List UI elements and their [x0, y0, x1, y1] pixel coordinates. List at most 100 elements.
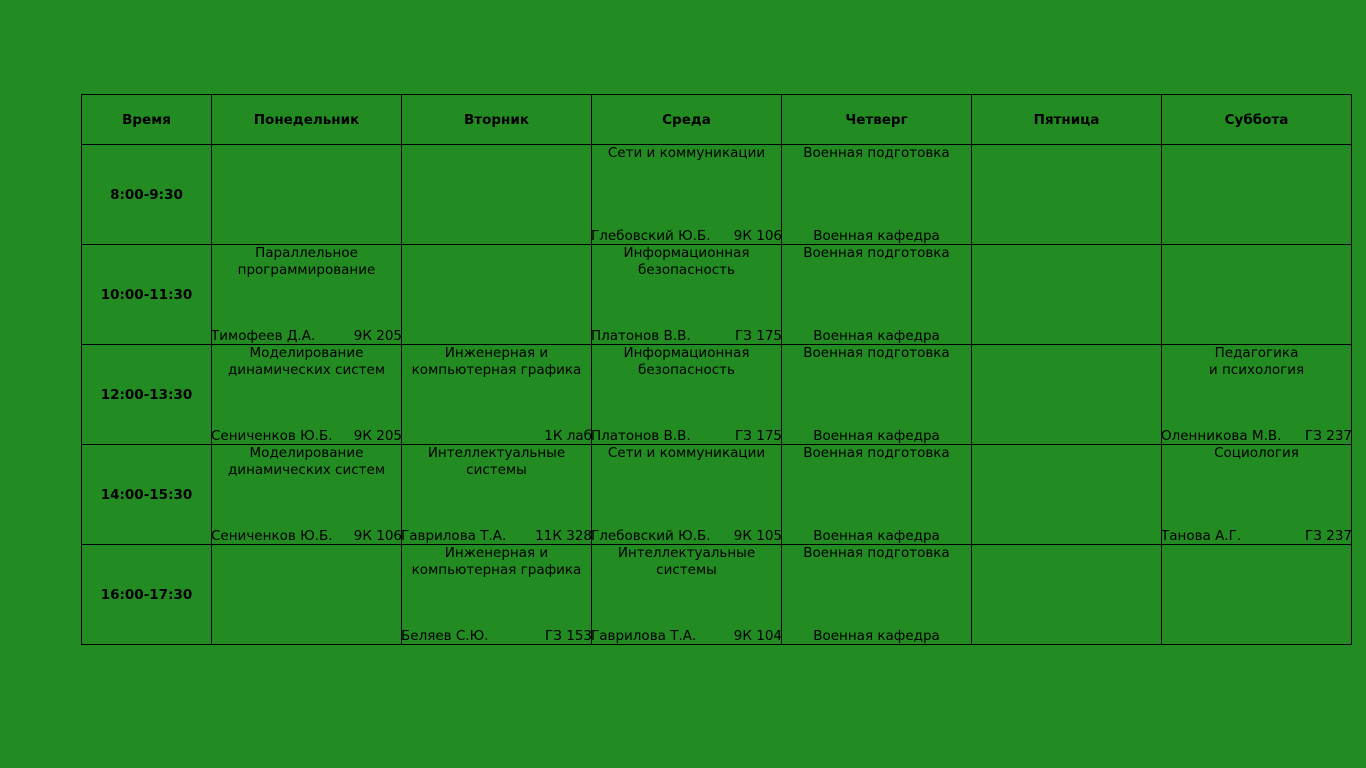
teacher-name: Гаврилова Т.А.	[401, 528, 507, 544]
teacher-name: Платонов В.В.	[591, 428, 691, 444]
teacher-name: Танова А.Г.	[1161, 528, 1242, 544]
subject-name: Параллельное программирование	[237, 245, 376, 278]
class-cell-thursday: Военная подготовка Военная кафедра	[781, 544, 972, 645]
schedule-row: 8:00-9:30 Сети и коммуникации Глебовский Ю…	[81, 144, 1352, 245]
class-cell-content: Сети и коммуникации Глебовский Ю.Б. 9К 105	[591, 445, 782, 544]
class-cell-saturday: Социология Танова А.Г. ГЗ 237	[1161, 444, 1352, 545]
class-cell-content	[972, 345, 1161, 443]
class-cell-saturday	[1161, 144, 1352, 245]
schedule-row: 10:00-11:30 Параллельное программирование…	[81, 244, 1352, 345]
subject-name: Инженерная и компьютерная графика	[411, 545, 582, 578]
room-number: ГЗ 153	[545, 628, 592, 644]
time-slot: 12:00-13:30	[81, 344, 212, 445]
subject-name: Военная подготовка	[803, 545, 950, 561]
teacher-name: Военная кафедра	[813, 628, 940, 644]
teacher-name: Гаврилова Т.А.	[591, 628, 697, 644]
teacher-name: Глебовский Ю.Б.	[591, 228, 711, 244]
class-cell-saturday: Педагогика и психология Оленникова М.В. ГЗ…	[1161, 344, 1352, 445]
class-cell-content	[972, 245, 1161, 343]
teacher-name: Сениченков Ю.Б.	[211, 528, 333, 544]
class-cell-monday: Моделирование динамических систем Сеничен…	[211, 444, 402, 545]
header-saturday: Суббота	[1161, 94, 1352, 145]
class-cell-saturday	[1161, 244, 1352, 345]
class-cell-content: Информационная безопасность Платонов В.В.…	[591, 345, 782, 444]
schedule-header: Время Понедельник Вторник Среда Четверг …	[81, 94, 1352, 145]
schedule-row: 12:00-13:30 Моделирование динамических си…	[81, 344, 1352, 445]
subject-name: Информационная безопасность	[623, 245, 750, 278]
class-cell-saturday	[1161, 544, 1352, 645]
class-cell-tuesday	[401, 144, 592, 245]
class-cell-content: Педагогика и психология Оленникова М.В. ГЗ…	[1161, 345, 1352, 444]
class-cell-content	[402, 245, 591, 343]
class-cell-wednesday: Информационная безопасность Платонов В.В.…	[591, 244, 782, 345]
schedule-body: 8:00-9:30 Сети и коммуникации Глебовский Ю…	[81, 144, 1352, 645]
room-number: 9К 205	[353, 428, 402, 444]
class-cell-content: Параллельное программирование Тимофеев Д.…	[211, 245, 402, 344]
room-number: ГЗ 175	[735, 328, 782, 344]
class-cell-content	[972, 545, 1161, 643]
class-cell-friday	[971, 544, 1162, 645]
teacher-name: Платонов В.В.	[591, 328, 691, 344]
class-cell-wednesday: Информационная безопасность Платонов В.В.…	[591, 344, 782, 445]
class-cell-thursday: Военная подготовка Военная кафедра	[781, 244, 972, 345]
subject-name: Информационная безопасность	[623, 345, 750, 378]
room-number: 9К 105	[733, 528, 782, 544]
class-cell-content: Социология Танова А.Г. ГЗ 237	[1161, 445, 1352, 544]
class-cell-content: Интеллектуальные системы Гаврилова Т.А. 9К…	[591, 545, 782, 644]
schedule-row: 16:00-17:30 Инженерная и компьютерная гра…	[81, 544, 1352, 645]
room-number: 9К 106	[733, 228, 782, 244]
subject-name: Моделирование динамических систем	[227, 345, 386, 378]
subject-name: Моделирование динамических систем	[227, 445, 386, 478]
class-cell-content: Интеллектуальные системы Гаврилова Т.А. 11…	[401, 445, 592, 544]
room-number: 9К 106	[353, 528, 402, 544]
class-cell-monday	[211, 544, 402, 645]
class-cell-wednesday: Сети и коммуникации Глебовский Ю.Б. 9К 106	[591, 144, 782, 245]
class-cell-monday: Параллельное программирование Тимофеев Д.…	[211, 244, 402, 345]
room-number: ГЗ 237	[1305, 428, 1352, 444]
subject-name: Сети и коммуникации	[607, 145, 766, 161]
header-wednesday: Среда	[591, 94, 782, 145]
teacher-name: Военная кафедра	[813, 228, 940, 244]
room-number: ГЗ 237	[1305, 528, 1352, 544]
room-number: 9К 205	[353, 328, 402, 344]
schedule-row: 14:00-15:30 Моделирование динамических си…	[81, 444, 1352, 545]
class-cell-wednesday: Интеллектуальные системы Гаврилова Т.А. 9К…	[591, 544, 782, 645]
room-number: 11К 328	[535, 528, 592, 544]
class-cell-thursday: Военная подготовка Военная кафедра	[781, 444, 972, 545]
class-cell-content	[972, 445, 1161, 543]
time-slot: 10:00-11:30	[81, 244, 212, 345]
class-cell-content	[972, 145, 1161, 243]
class-cell-tuesday: Инженерная и компьютерная графика 1К лаб	[401, 344, 592, 445]
teacher-name: Военная кафедра	[813, 328, 940, 344]
class-cell-tuesday	[401, 244, 592, 345]
schedule-table: Время Понедельник Вторник Среда Четверг …	[81, 94, 1352, 645]
time-slot: 14:00-15:30	[81, 444, 212, 545]
header-friday: Пятница	[971, 94, 1162, 145]
time-slot: 16:00-17:30	[81, 544, 212, 645]
header-time: Время	[81, 94, 212, 145]
class-cell-content: Моделирование динамических систем Сеничен…	[211, 445, 402, 544]
class-cell-content: Инженерная и компьютерная графика 1К лаб	[402, 345, 592, 444]
class-cell-monday: Моделирование динамических систем Сеничен…	[211, 344, 402, 445]
class-cell-tuesday: Интеллектуальные системы Гаврилова Т.А. 11…	[401, 444, 592, 545]
class-cell-content: Военная подготовка Военная кафедра	[782, 545, 971, 644]
teacher-name: Глебовский Ю.Б.	[591, 528, 711, 544]
class-cell-content: Моделирование динамических систем Сеничен…	[211, 345, 402, 444]
class-cell-friday	[971, 444, 1162, 545]
teacher-name: Военная кафедра	[813, 428, 940, 444]
subject-name: Интеллектуальные системы	[617, 545, 756, 578]
class-cell-thursday: Военная подготовка Военная кафедра	[781, 144, 972, 245]
class-cell-friday	[971, 344, 1162, 445]
subject-name: Интеллектуальные системы	[427, 445, 566, 478]
class-cell-friday	[971, 144, 1162, 245]
class-cell-content	[212, 145, 401, 243]
class-cell-content	[1162, 245, 1351, 343]
subject-name: Военная подготовка	[803, 345, 950, 361]
subject-name: Педагогика и психология	[1208, 345, 1305, 378]
class-cell-tuesday: Инженерная и компьютерная графика Беляев …	[401, 544, 592, 645]
subject-name: Социология	[1214, 445, 1299, 461]
class-cell-content: Инженерная и компьютерная графика Беляев …	[401, 545, 592, 644]
class-cell-monday	[211, 144, 402, 245]
teacher-name: Оленникова М.В.	[1161, 428, 1282, 444]
class-cell-content: Военная подготовка Военная кафедра	[782, 145, 971, 244]
